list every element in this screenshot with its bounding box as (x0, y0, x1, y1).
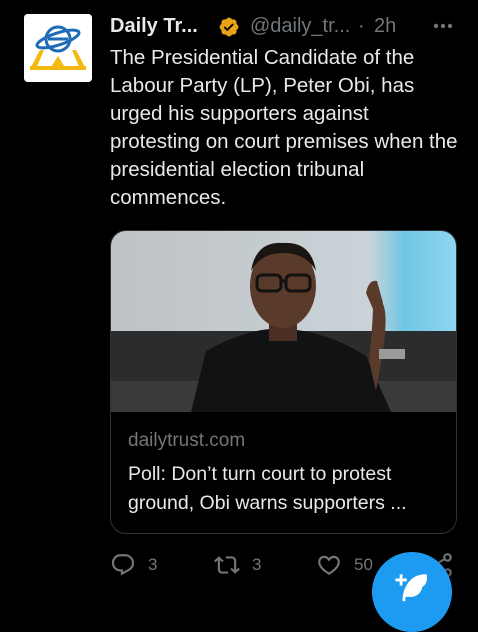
compose-feather-icon (395, 574, 428, 602)
author-handle[interactable]: @daily_tr... (250, 15, 350, 38)
author-name[interactable]: Daily Tr... (110, 15, 198, 38)
author-avatar[interactable] (24, 14, 92, 82)
retweet-button[interactable]: 3 (214, 548, 261, 582)
tweet-header: Daily Tr... @daily_tr... · 2h (110, 15, 470, 41)
ellipsis-icon (433, 23, 453, 29)
reply-button[interactable]: 3 (110, 548, 157, 582)
daily-trust-logo-icon (24, 14, 92, 82)
verified-badge-icon[interactable] (218, 16, 240, 38)
more-options-button[interactable] (430, 13, 456, 45)
card-title: Poll: Don’t turn court to protest ground… (128, 463, 407, 514)
article-thumbnail-image (111, 231, 456, 412)
compose-tweet-button[interactable] (372, 552, 452, 632)
separator-dot: · (358, 15, 365, 37)
like-count: 50 (354, 555, 373, 574)
reply-count: 3 (148, 555, 158, 574)
link-preview-card[interactable]: dailytrust.com Poll: Don’t turn court to… (110, 230, 457, 534)
retweet-icon (214, 556, 240, 574)
heart-icon (318, 555, 340, 575)
tweet-timestamp[interactable]: 2h (374, 15, 396, 38)
tweet-text: The Presidential Candidate of the Labour… (110, 46, 458, 209)
like-button[interactable]: 50 (316, 548, 373, 582)
card-domain: dailytrust.com (128, 430, 246, 451)
retweet-count: 3 (252, 555, 262, 574)
reply-icon (111, 554, 135, 576)
